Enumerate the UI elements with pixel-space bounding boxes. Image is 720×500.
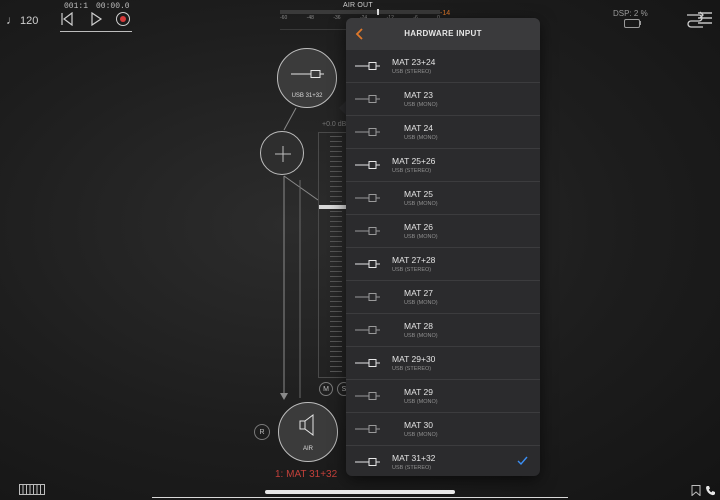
input-option-subtitle: USB (MONO) bbox=[404, 201, 438, 207]
input-option-row[interactable]: MAT 24 USB (MONO) bbox=[346, 116, 540, 149]
input-option-subtitle: USB (STEREO) bbox=[392, 69, 432, 75]
plug-icon bbox=[355, 161, 380, 169]
plug-icon bbox=[355, 227, 380, 235]
input-option-row[interactable]: MAT 27+28 USB (STEREO) bbox=[346, 248, 540, 281]
input-option-row[interactable]: MAT 23 USB (MONO) bbox=[346, 83, 540, 116]
plug-icon bbox=[355, 293, 380, 301]
input-option-subtitle: USB (STEREO) bbox=[392, 465, 432, 471]
input-option-subtitle: USB (STEREO) bbox=[392, 267, 432, 273]
input-option-title: MAT 23+24 bbox=[392, 57, 436, 67]
plug-icon bbox=[291, 70, 324, 78]
input-option-title: MAT 27 bbox=[404, 288, 433, 298]
popover-title: HARDWARE INPUT bbox=[404, 29, 482, 38]
input-option-title: MAT 28 bbox=[404, 321, 433, 331]
input-option-row[interactable]: MAT 25 USB (MONO) bbox=[346, 182, 540, 215]
input-option-subtitle: USB (MONO) bbox=[404, 399, 438, 405]
plug-icon bbox=[355, 95, 380, 103]
input-option-subtitle: USB (MONO) bbox=[404, 135, 438, 141]
input-option-row[interactable]: MAT 29 USB (MONO) bbox=[346, 380, 540, 413]
input-option-title: MAT 31+32 bbox=[392, 453, 436, 463]
plug-icon bbox=[355, 425, 380, 433]
input-option-row[interactable]: MAT 31+32 USB (STEREO) bbox=[346, 446, 540, 476]
input-option-subtitle: USB (STEREO) bbox=[392, 168, 432, 174]
add-plugin-button[interactable] bbox=[260, 131, 304, 175]
plug-icon bbox=[355, 62, 380, 70]
input-option-title: MAT 23 bbox=[404, 90, 433, 100]
input-option-subtitle: USB (MONO) bbox=[404, 432, 438, 438]
plug-icon bbox=[355, 194, 380, 202]
output-node[interactable]: AIR bbox=[278, 402, 338, 462]
channel-name[interactable]: 1: MAT 31+32 bbox=[275, 469, 337, 480]
bottom-divider bbox=[152, 497, 568, 498]
input-option-title: MAT 30 bbox=[404, 420, 433, 430]
keyboard-icon[interactable] bbox=[19, 484, 45, 495]
speaker-icon bbox=[299, 414, 314, 436]
input-option-row[interactable]: MAT 23+24 USB (STEREO) bbox=[346, 50, 540, 83]
input-option-title: MAT 27+28 bbox=[392, 255, 436, 265]
input-option-title: MAT 24 bbox=[404, 123, 433, 133]
output-label: AIR bbox=[302, 446, 313, 452]
input-option-subtitle: USB (MONO) bbox=[404, 234, 438, 240]
plug-icon bbox=[355, 260, 380, 268]
plug-icon bbox=[355, 359, 380, 367]
input-option-subtitle: USB (MONO) bbox=[404, 300, 438, 306]
home-indicator[interactable] bbox=[265, 490, 455, 494]
record-arm-button[interactable]: R bbox=[254, 424, 270, 440]
input-source-node[interactable]: USB 31+32 bbox=[277, 48, 337, 108]
input-option-subtitle: USB (MONO) bbox=[404, 333, 438, 339]
plus-icon bbox=[275, 146, 291, 162]
input-option-subtitle: USB (STEREO) bbox=[392, 366, 432, 372]
input-option-row[interactable]: MAT 30 USB (MONO) bbox=[346, 413, 540, 446]
mute-button[interactable]: M bbox=[319, 382, 333, 396]
gain-readout: +0.0 dB bbox=[322, 121, 347, 128]
input-option-title: MAT 29+30 bbox=[392, 354, 436, 364]
hardware-input-popover: HARDWARE INPUT MAT 23+24 USB (STEREO) MAT … bbox=[346, 18, 540, 476]
input-option-subtitle: USB (MONO) bbox=[404, 102, 438, 108]
input-option-title: MAT 26 bbox=[404, 222, 433, 232]
plug-icon bbox=[355, 392, 380, 400]
input-option-title: MAT 29 bbox=[404, 387, 433, 397]
bookmark-icon[interactable] bbox=[691, 485, 701, 496]
plug-icon bbox=[355, 458, 380, 466]
input-option-row[interactable]: MAT 29+30 USB (STEREO) bbox=[346, 347, 540, 380]
fader-handle[interactable] bbox=[319, 205, 347, 209]
checkmark-icon bbox=[517, 456, 528, 466]
fader-track[interactable] bbox=[330, 136, 342, 376]
phone-icon[interactable] bbox=[705, 485, 716, 496]
input-source-label: USB 31+32 bbox=[291, 93, 323, 99]
plug-icon bbox=[355, 326, 380, 334]
input-option-title: MAT 25+26 bbox=[392, 156, 436, 166]
input-option-row[interactable]: MAT 27 USB (MONO) bbox=[346, 281, 540, 314]
input-list: MAT 23+24 USB (STEREO) MAT 23 USB (MONO) MAT… bbox=[346, 50, 540, 476]
input-option-row[interactable]: MAT 26 USB (MONO) bbox=[346, 215, 540, 248]
input-option-title: MAT 25 bbox=[404, 189, 433, 199]
popover-header: HARDWARE INPUT bbox=[346, 18, 540, 50]
input-option-row[interactable]: MAT 28 USB (MONO) bbox=[346, 314, 540, 347]
plug-icon bbox=[355, 128, 380, 136]
input-option-row[interactable]: MAT 25+26 USB (STEREO) bbox=[346, 149, 540, 182]
